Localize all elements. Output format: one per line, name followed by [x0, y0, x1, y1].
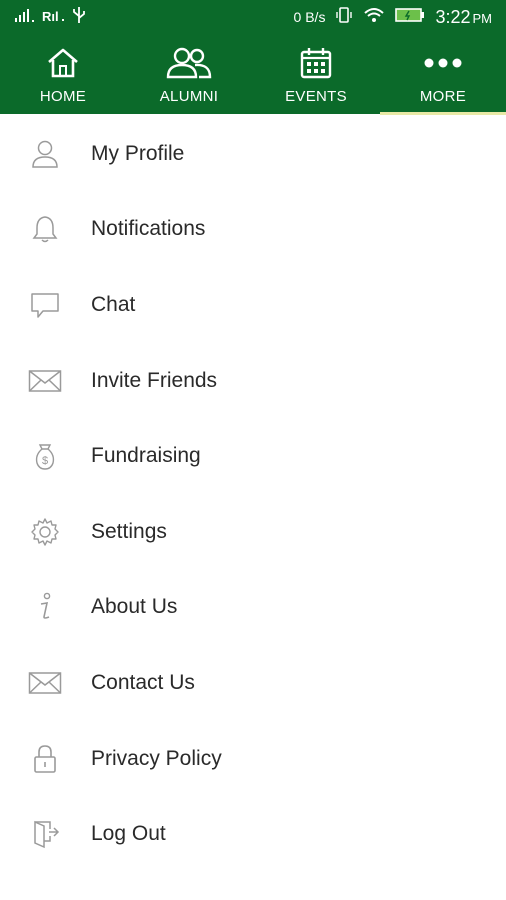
menu-item-contact-us[interactable]: Contact Us — [0, 645, 506, 721]
battery-icon — [395, 7, 425, 28]
svg-text:$: $ — [42, 455, 48, 467]
calendar-icon — [300, 46, 332, 80]
clock: 3:22 PM — [435, 7, 492, 28]
more-icon — [423, 46, 463, 80]
tab-more[interactable]: MORE — [380, 34, 506, 114]
status-left-icons: Rıl — [14, 0, 86, 34]
active-tab-indicator — [380, 112, 506, 115]
menu-item-label: About Us — [91, 595, 178, 619]
menu-item-label: Log Out — [91, 822, 166, 846]
tab-alumni[interactable]: ALUMNI — [126, 34, 252, 114]
svg-text:Rıl: Rıl — [42, 9, 59, 23]
menu-item-label: Invite Friends — [91, 368, 218, 392]
clock-ampm: PM — [472, 10, 493, 26]
status-right-icons: 0 B/s 3:22 PM — [294, 0, 492, 34]
status-bar: Rıl 0 B/s 3:22 PM — [0, 0, 506, 34]
more-menu: My Profile Notifications Chat Invite Fri… — [0, 116, 506, 872]
tab-bar: HOME ALUMNI EVENTS MORE — [0, 34, 506, 114]
signal-icon-2: Rıl — [42, 7, 66, 28]
fundraising-icon: $ — [28, 439, 62, 473]
gear-icon — [28, 515, 62, 549]
menu-item-notifications[interactable]: Notifications — [0, 192, 506, 268]
bell-icon — [28, 212, 62, 246]
tab-home-label: HOME — [39, 88, 87, 105]
menu-item-about-us[interactable]: About Us — [0, 570, 506, 646]
info-icon — [28, 590, 62, 624]
menu-item-invite-friends[interactable]: Invite Friends — [0, 343, 506, 419]
menu-item-label: Notifications — [91, 217, 206, 241]
menu-item-chat[interactable]: Chat — [0, 267, 506, 343]
menu-item-label: Chat — [91, 292, 136, 316]
signal-icon — [14, 8, 36, 27]
wifi-icon — [363, 6, 385, 29]
menu-item-fundraising[interactable]: $ Fundraising — [0, 418, 506, 494]
menu-item-label: Settings — [91, 519, 167, 543]
menu-item-my-profile[interactable]: My Profile — [0, 116, 506, 192]
vibrate-icon — [335, 6, 353, 29]
menu-item-privacy-policy[interactable]: Privacy Policy — [0, 721, 506, 797]
usb-icon — [72, 6, 86, 29]
menu-item-label: Contact Us — [91, 670, 195, 694]
menu-item-settings[interactable]: Settings — [0, 494, 506, 570]
menu-item-label: Fundraising — [91, 444, 201, 468]
alumni-icon — [165, 46, 213, 80]
menu-item-label: My Profile — [91, 141, 185, 165]
home-icon — [46, 46, 80, 80]
tab-events[interactable]: EVENTS — [253, 34, 379, 114]
envelope-icon — [28, 666, 62, 700]
envelope-icon — [28, 364, 62, 398]
tab-more-label: MORE — [419, 88, 467, 105]
tab-events-label: EVENTS — [285, 88, 347, 105]
tab-alumni-label: ALUMNI — [159, 88, 219, 105]
net-speed: 0 B/s — [293, 9, 326, 25]
clock-time: 3:22 — [435, 6, 471, 27]
logout-icon — [28, 817, 62, 851]
menu-item-log-out[interactable]: Log Out — [0, 796, 506, 872]
profile-icon — [28, 137, 62, 171]
chat-icon — [28, 288, 62, 322]
tab-home[interactable]: HOME — [0, 34, 126, 114]
menu-item-label: Privacy Policy — [91, 746, 222, 770]
lock-icon — [28, 742, 62, 776]
